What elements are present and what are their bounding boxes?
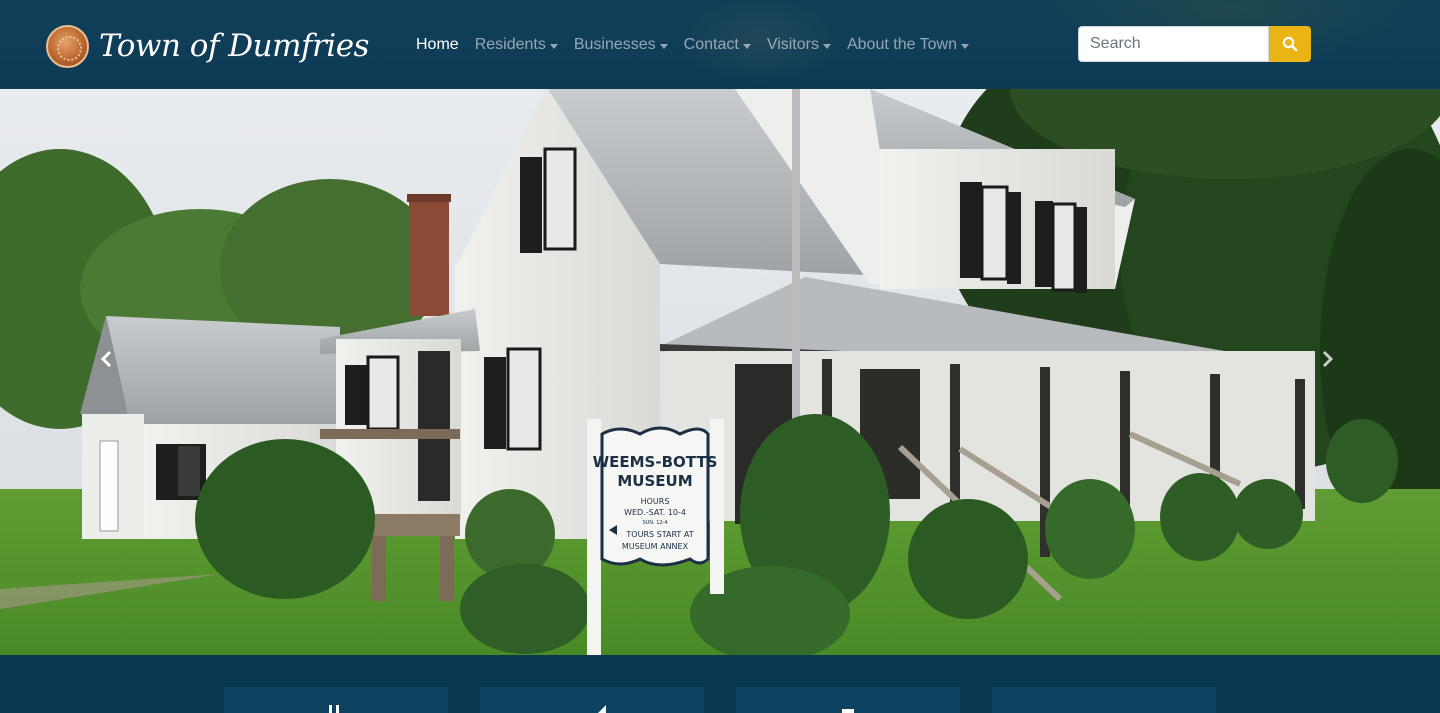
chevron-left-icon xyxy=(100,350,112,368)
quick-link-tile[interactable] xyxy=(736,687,960,713)
nav-item-contact[interactable]: Contact xyxy=(684,34,751,56)
quick-link-tile[interactable] xyxy=(224,687,448,713)
town-seal-icon xyxy=(46,24,89,68)
nav-item-businesses[interactable]: Businesses xyxy=(574,34,668,56)
quick-links-strip xyxy=(0,655,1440,713)
sign-hours-label: HOURS xyxy=(641,497,670,506)
top-navbar: Town of Dumfries Home Residents Business… xyxy=(0,0,1440,89)
brand-name: Town of Dumfries xyxy=(99,28,369,64)
caret-down-icon xyxy=(822,43,831,49)
building-icon xyxy=(329,705,339,713)
sign-tours-line1: TOURS START AT xyxy=(625,530,693,539)
sign-title-line2: MUSEUM xyxy=(617,472,692,490)
sign-hours: WED.-SAT. 10-4 xyxy=(624,508,686,517)
caret-down-icon xyxy=(742,43,751,49)
carousel-next-button[interactable] xyxy=(1308,339,1348,379)
nav-label: Visitors xyxy=(766,36,819,53)
sign-tours-line2: MUSEUM ANNEX xyxy=(622,542,689,551)
hero-image: WEEMS-BOTTS MUSEUM HOURS WED.-SAT. 10-4 … xyxy=(0,89,1440,655)
caret-down-icon xyxy=(549,43,558,49)
nav-item-about[interactable]: About the Town xyxy=(847,34,969,56)
nav-item-home[interactable]: Home xyxy=(416,34,459,56)
quick-link-tile[interactable] xyxy=(992,687,1216,713)
nav-label: Home xyxy=(416,36,459,53)
sign-hours-sub: SUN. 12-4 xyxy=(642,520,667,526)
search-form xyxy=(1078,26,1311,62)
main-nav: Home Residents Businesses Contact Visito… xyxy=(416,34,985,56)
caret-down-icon xyxy=(659,43,668,49)
chevron-right-icon xyxy=(1322,350,1334,368)
nav-label: About the Town xyxy=(846,36,957,53)
megaphone-icon xyxy=(598,705,606,713)
nav-item-visitors[interactable]: Visitors xyxy=(767,34,831,56)
nav-item-residents[interactable]: Residents xyxy=(475,34,558,56)
search-input[interactable] xyxy=(1078,26,1269,62)
nav-label: Businesses xyxy=(573,36,656,53)
sign-title-line1: WEEMS-BOTTS xyxy=(593,453,718,471)
quick-link-tile[interactable] xyxy=(480,687,704,713)
nav-label: Residents xyxy=(474,36,546,53)
search-icon xyxy=(1282,36,1298,52)
brand-link[interactable]: Town of Dumfries xyxy=(46,24,369,68)
carousel-prev-button[interactable] xyxy=(86,339,126,379)
nav-label: Contact xyxy=(683,36,739,53)
calendar-icon xyxy=(842,709,854,713)
hero-carousel: WEEMS-BOTTS MUSEUM HOURS WED.-SAT. 10-4 … xyxy=(0,89,1440,655)
search-button[interactable] xyxy=(1269,26,1311,62)
caret-down-icon xyxy=(961,43,969,49)
